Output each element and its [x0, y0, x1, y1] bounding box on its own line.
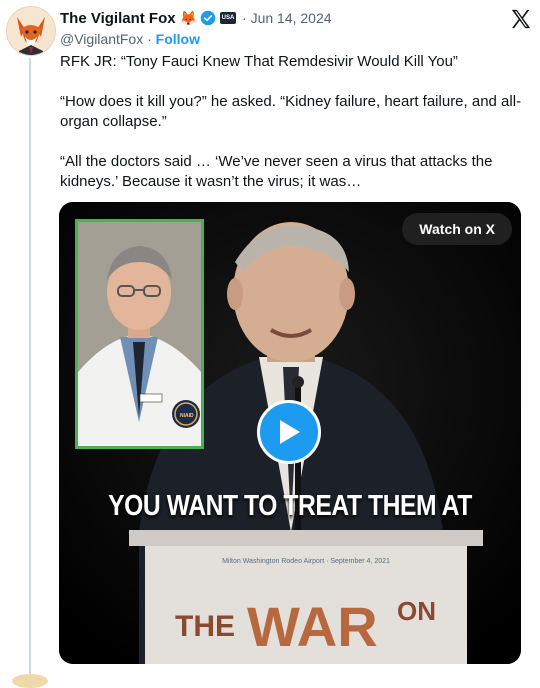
verified-badge-icon [200, 10, 216, 26]
tweet-paragraph: “All the doctors said … ‘We’ve never see… [60, 153, 493, 190]
podium-top [129, 530, 483, 546]
tweet-paragraph: RFK JR: “Tony Fauci Knew That Remdesivir… [60, 53, 458, 70]
avatar[interactable] [6, 6, 56, 56]
next-tweet-avatar[interactable] [12, 674, 48, 688]
svg-text:THE: THE [175, 610, 235, 643]
author-name[interactable]: The Vigilant Fox [60, 10, 176, 27]
x-logo-icon[interactable] [510, 8, 532, 30]
thread-line [29, 58, 31, 681]
tweet-paragraph: “How does it kill you?” he asked. “Kidne… [60, 93, 522, 130]
tweet-header: The Vigilant Fox 🦊 USA · Jun 14, 2024 @V… [60, 8, 530, 52]
author-handle[interactable]: @VigilantFox [60, 31, 143, 47]
fox-avatar-icon [7, 7, 55, 55]
podium-sign: Milton Washington Rodeo Airport · Septem… [145, 546, 467, 664]
tweet-date[interactable]: · Jun 14, 2024 [242, 10, 332, 26]
podium-logo: THE WAR ON [175, 595, 436, 656]
name-row: The Vigilant Fox 🦊 USA · Jun 14, 2024 [60, 8, 530, 28]
play-icon [280, 420, 300, 444]
tweet-text: RFK JR: “Tony Fauci Knew That Remdesivir… [60, 52, 525, 212]
svg-text:WAR: WAR [247, 595, 378, 656]
watch-on-x-button[interactable]: Watch on X [402, 213, 512, 245]
tweet-date-text: Jun 14, 2024 [250, 10, 332, 26]
fox-emoji: 🦊 [179, 9, 198, 26]
video-player[interactable]: NIAID Watch on X YOU WANT TO TREAT THEM … [59, 202, 521, 664]
affiliate-badge: USA [220, 12, 237, 24]
follow-button[interactable]: Follow [156, 31, 200, 47]
svg-text:ON: ON [397, 596, 436, 626]
podium-small-text: Milton Washington Rodeo Airport · Septem… [222, 558, 390, 565]
badge-text: NIAID [180, 413, 194, 419]
video-caption: YOU WANT TO TREAT THEM AT [108, 490, 472, 522]
handle-row: @VigilantFox · Follow [60, 31, 530, 47]
separator: · [147, 31, 156, 47]
inset-photo: NIAID [75, 219, 204, 449]
play-button[interactable] [257, 400, 321, 464]
